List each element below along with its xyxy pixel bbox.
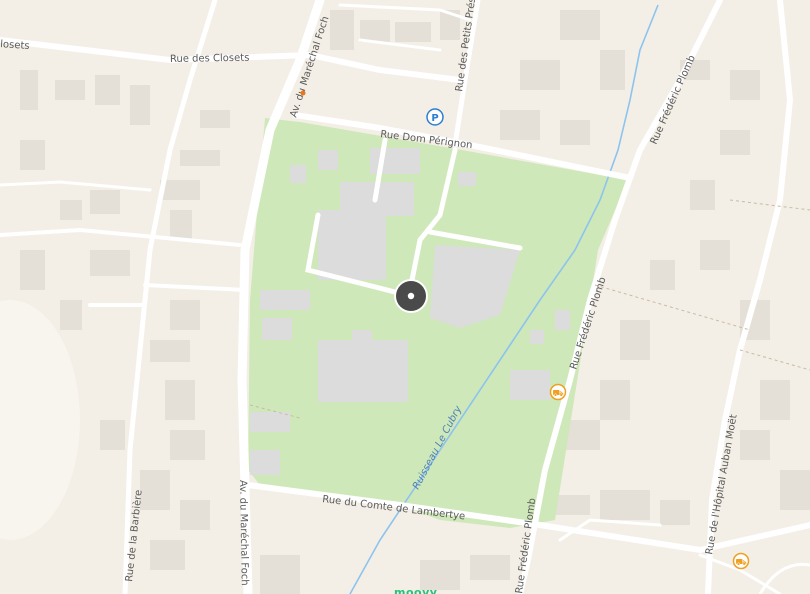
svg-text:⛟: ⛟ (735, 558, 746, 568)
parking-icon[interactable]: P (426, 108, 444, 126)
svg-text:P: P (431, 113, 438, 124)
street-label: Rue des Closets (170, 53, 250, 65)
street-label: losets (0, 39, 30, 52)
map-canvas[interactable]: losets Rue des Closets Av. du Maréchal F… (0, 0, 810, 594)
svg-text:⛟: ⛟ (552, 389, 563, 399)
street-label: Av. du Maréchal Foch (237, 480, 251, 586)
shop-icon[interactable]: ⛟ (732, 552, 750, 570)
poi-dot-icon[interactable] (300, 90, 306, 96)
brand-logo: moovy (394, 586, 438, 594)
location-marker-icon[interactable] (394, 279, 428, 313)
shop-icon[interactable]: ⛟ (549, 383, 567, 401)
map-layer: losets Rue des Closets Av. du Maréchal F… (0, 0, 810, 594)
